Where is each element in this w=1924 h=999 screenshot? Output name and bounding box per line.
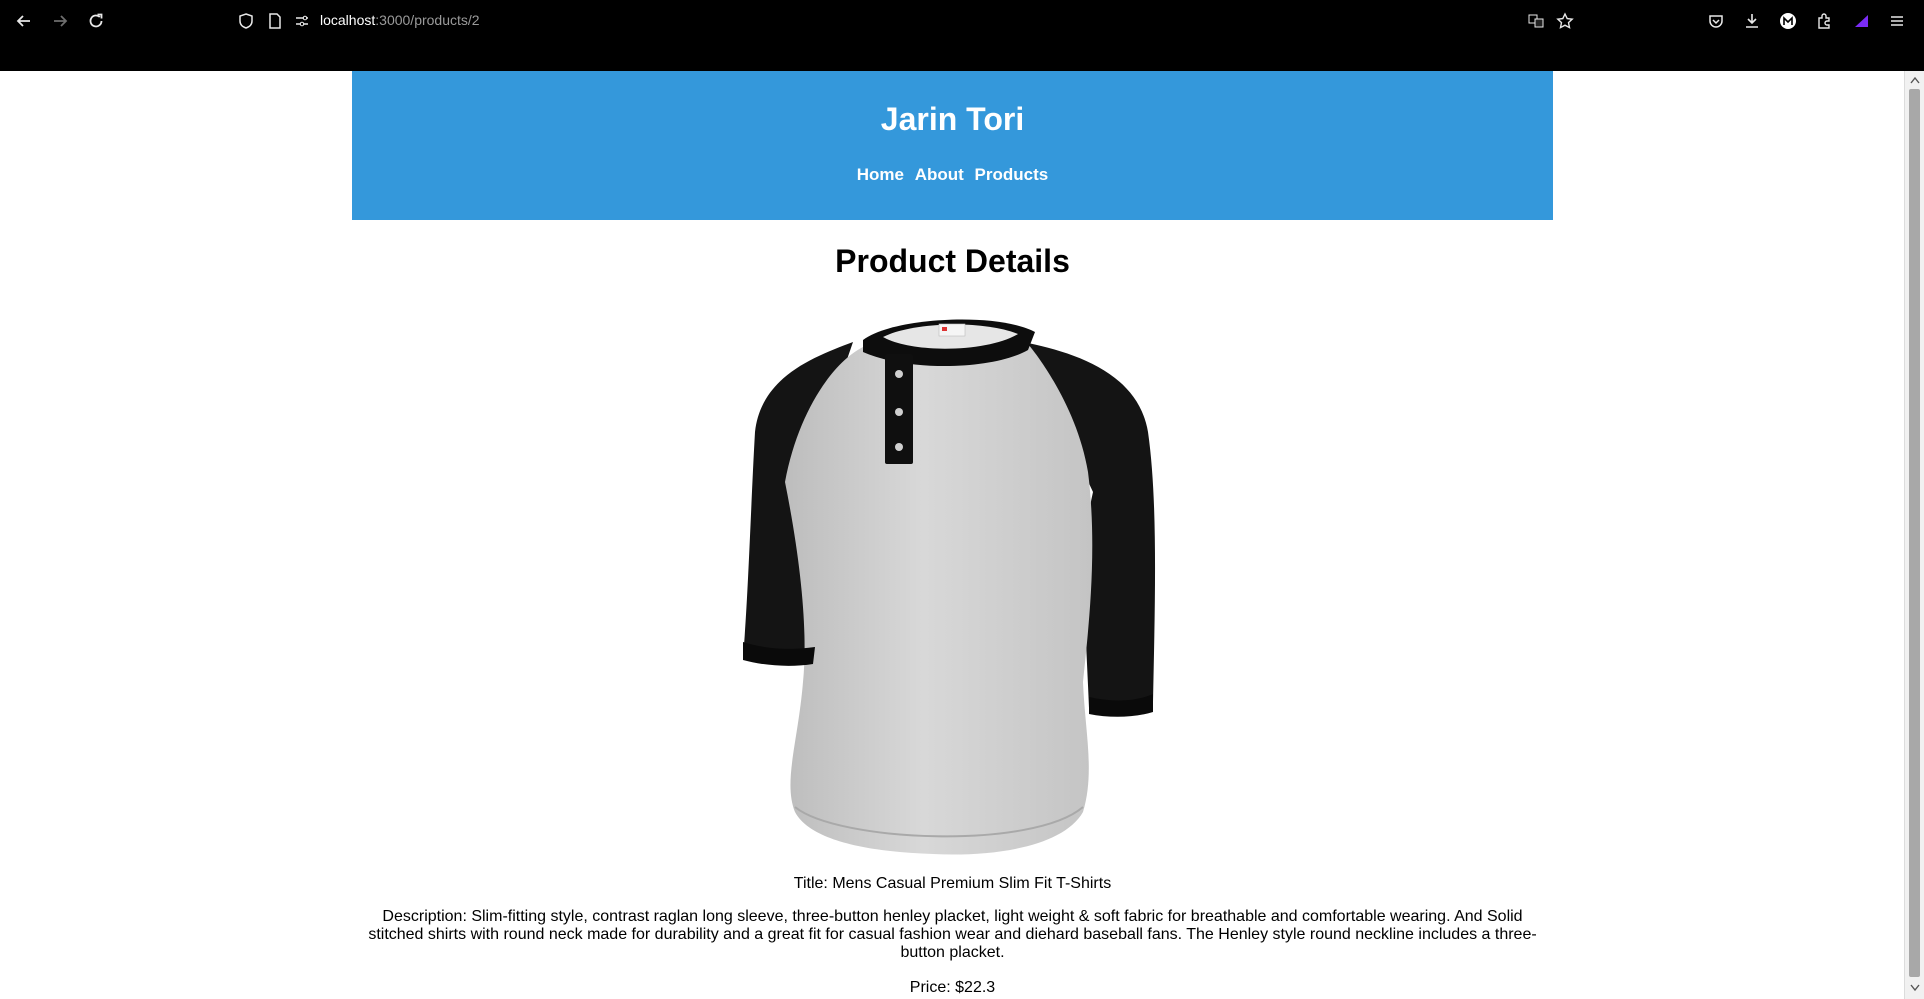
nav-link-products[interactable]: Products	[975, 165, 1049, 184]
url-host: localhost	[320, 12, 376, 28]
forward-icon[interactable]	[48, 9, 72, 33]
scroll-thumb[interactable]	[1909, 89, 1920, 977]
account-icon[interactable]	[1776, 9, 1800, 33]
product-description: Description: Slim-fitting style, contras…	[368, 908, 1537, 961]
scroll-down-arrow-icon[interactable]	[1907, 981, 1923, 995]
product-price: Price: $22.3	[909, 979, 996, 996]
bookmark-star-icon[interactable]	[1553, 9, 1577, 33]
url-bar[interactable]: localhost:3000/products/2	[320, 12, 480, 28]
download-icon[interactable]	[1740, 9, 1764, 33]
reload-icon[interactable]	[84, 9, 108, 33]
nav-link-home[interactable]: Home	[857, 165, 904, 184]
shield-icon[interactable]	[234, 9, 258, 33]
product-title: Title: Mens Casual Premium Slim Fit T-Sh…	[793, 875, 1112, 892]
translate-icon[interactable]	[1524, 9, 1548, 33]
site-nav: Home About Products	[352, 165, 1553, 185]
url-path: :3000/products/2	[375, 12, 480, 28]
back-icon[interactable]	[12, 9, 36, 33]
site-title: Jarin Tori	[880, 101, 1025, 137]
menu-icon[interactable]	[1885, 9, 1909, 33]
nav-link-about[interactable]: About	[915, 165, 964, 184]
page-viewport: Jarin Tori Home About Products Product D…	[0, 71, 1904, 999]
site-header: Jarin Tori Home About Products	[352, 71, 1553, 220]
product-details: Product Details Title: Mens Casual Premi…	[352, 242, 1553, 997]
page-icon[interactable]	[263, 9, 287, 33]
page-scrollbar[interactable]	[1904, 71, 1924, 999]
scroll-up-arrow-icon[interactable]	[1907, 73, 1923, 87]
browser-toolbar: localhost:3000/products/2	[0, 0, 1924, 71]
extension-purple-icon[interactable]	[1850, 9, 1874, 33]
extensions-icon[interactable]	[1812, 9, 1836, 33]
site-info-icon[interactable]	[290, 9, 314, 33]
page-title: Product Details	[835, 243, 1070, 279]
product-image	[742, 319, 1155, 855]
site-container: Jarin Tori Home About Products Product D…	[352, 71, 1553, 997]
pocket-icon[interactable]	[1704, 9, 1728, 33]
